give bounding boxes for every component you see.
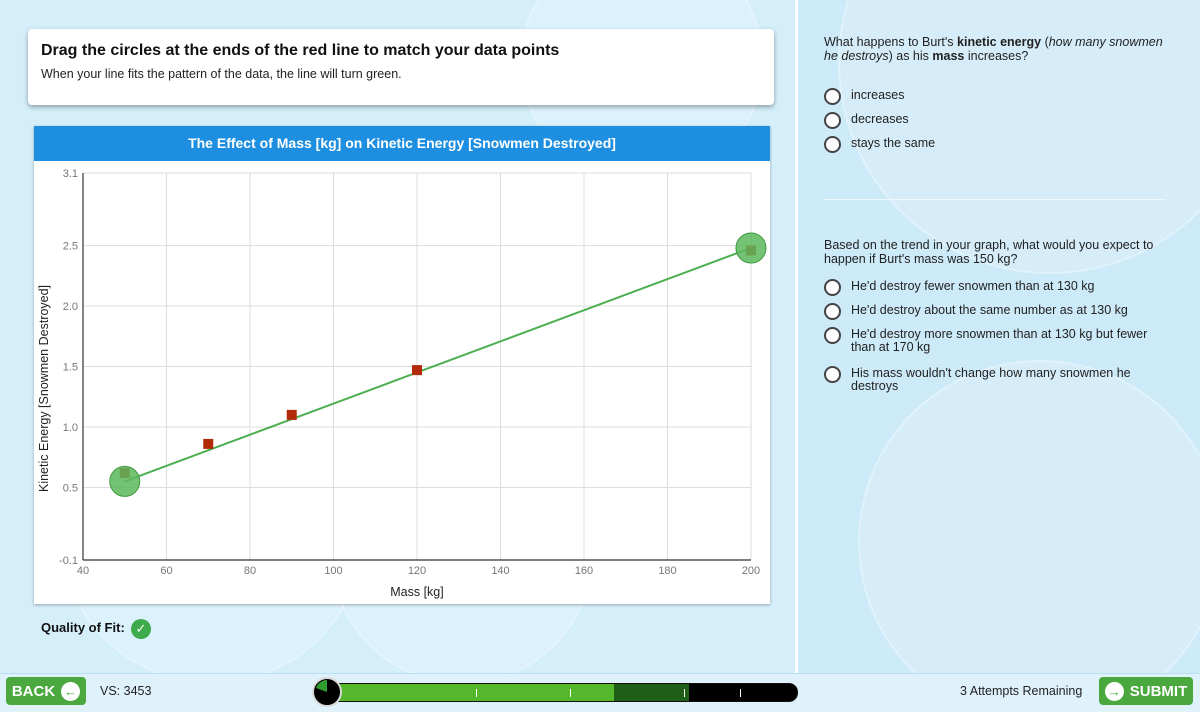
radio-button[interactable] [824,112,841,129]
x-tick-label: 40 [77,565,89,577]
arrow-left-icon: ← [61,681,81,701]
instruction-title: Drag the circles at the ends of the red … [41,42,560,59]
progress-tick [570,689,571,697]
chart-title: The Effect of Mass [kg] on Kinetic Energ… [34,126,770,161]
x-tick-label: 60 [160,565,172,577]
x-tick-label: 140 [491,565,509,577]
q1-option-decreases[interactable]: decreases [824,112,1151,129]
option-label: increases [851,88,905,102]
footer-bar: BACK ← VS: 3453 3 Attempts Remaining → S… [0,673,1200,712]
progress-pie-icon [312,677,342,707]
progress-track [328,683,798,702]
y-axis-label: Kinetic Energy [Snowmen Destroyed] [37,285,51,492]
q2-option-fewer[interactable]: He'd destroy fewer snowmen than at 130 k… [824,279,1151,296]
option-label: His mass wouldn't change how many snowme… [851,366,1131,393]
instruction-subtitle: When your line fits the pattern of the d… [41,67,402,81]
progress-tick [476,689,477,697]
radio-button[interactable] [824,88,841,105]
question-separator [824,199,1166,200]
radio-button[interactable] [824,327,841,344]
data-point [412,365,422,376]
x-tick-label: 160 [575,565,593,577]
arrow-right-icon: → [1104,681,1124,701]
radio-button[interactable] [824,366,841,383]
back-label: BACK [11,682,56,700]
attempts-remaining: 3 Attempts Remaining [960,684,1083,698]
q2-option-same[interactable]: He'd destroy about the same number as at… [824,303,1151,320]
x-tick-label: 200 [742,565,760,577]
progress-tick [684,689,685,697]
y-tick-label: -0.1 [59,555,78,567]
y-tick-label: 3.1 [63,168,78,180]
x-axis-label: Mass [kg] [390,585,444,599]
quality-of-fit-label: Quality of Fit: [41,620,125,635]
q1-option-increases[interactable]: increases [824,88,1151,105]
submit-button[interactable]: → SUBMIT [1099,677,1193,705]
data-point [203,438,214,449]
q2-option-no-change[interactable]: His mass wouldn't change how many snowme… [824,366,1151,393]
x-tick-label: 120 [408,565,426,577]
y-tick-label: 0.5 [63,482,78,494]
panel-divider [795,0,798,673]
x-tick-label: 100 [324,565,342,577]
radio-button[interactable] [824,303,841,320]
question-1-text: What happens to Burt's kinetic energy (h… [824,35,1163,63]
q1-option-stays-same[interactable]: stays the same [824,136,1151,153]
option-label: He'd destroy more snowmen than at 130 kg… [851,327,1148,354]
check-icon: ✓ [131,619,151,639]
radio-button[interactable] [824,279,841,296]
line-drag-handle[interactable] [735,232,767,264]
progress-tick [740,689,741,697]
y-tick-label: 2.5 [63,241,78,253]
chart-panel: 40 60 80 100 120 140 160 180 200 -0.1 0.5 1.0 1.5 2.0… [34,126,770,604]
submit-label: SUBMIT [1129,682,1188,700]
version-label: VS: 3453 [100,684,152,698]
y-tick-label: 1.5 [63,362,78,374]
y-tick-label: 2.0 [63,301,78,313]
x-tick-label: 180 [658,565,676,577]
question-2-text: Based on the trend in your graph, what w… [824,238,1154,266]
instruction-card: Drag the circles at the ends of the red … [28,29,774,105]
q2-option-more[interactable]: He'd destroy more snowmen than at 130 kg… [824,327,1151,354]
x-tick-label: 80 [244,565,256,577]
option-label: He'd destroy fewer snowmen than at 130 k… [851,279,1095,293]
y-tick-label: 1.0 [63,422,78,434]
line-drag-handle[interactable] [109,465,141,497]
progress-bar [312,677,800,707]
option-label: He'd destroy about the same number as at… [851,303,1128,317]
fit-line [124,247,752,483]
option-label: stays the same [851,136,936,150]
data-point [286,409,297,420]
scatter-chart: 40 60 80 100 120 140 160 180 200 -0.1 0.5 1.0 1.5 2.0… [37,168,767,599]
option-label: decreases [851,112,909,126]
progress-fill-current [614,684,690,701]
progress-fill-complete [329,684,615,701]
back-button[interactable]: BACK ← [6,677,86,705]
radio-button[interactable] [824,136,841,153]
